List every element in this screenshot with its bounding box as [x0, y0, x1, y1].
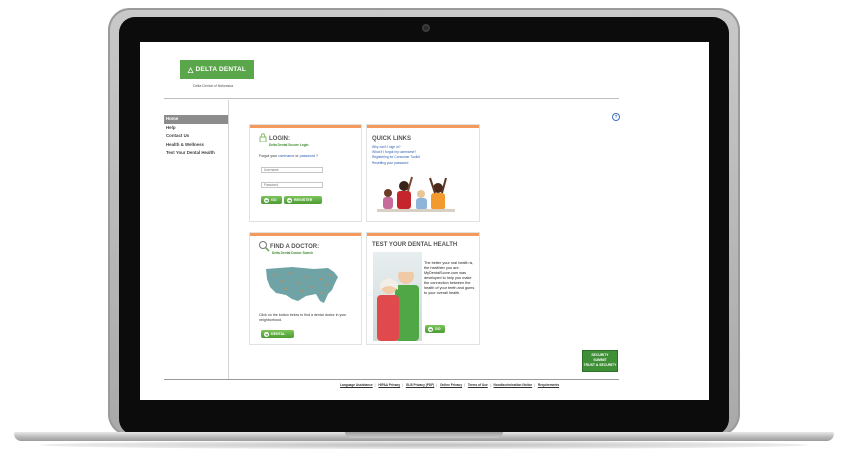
find-doctor-panel: FIND A DOCTOR: Delta Dental Doctor Searc…: [249, 232, 362, 345]
nav-item-health-wellness[interactable]: Health & Wellness: [164, 141, 228, 150]
nav-item-contact-us[interactable]: Contact Us: [164, 132, 228, 141]
dental-label: DENTAL: [271, 332, 286, 336]
quick-links-panel: QUICK LINKS Why can't I sign in? What if…: [366, 124, 480, 222]
footer-link-language-assistance[interactable]: Language Assistance: [340, 383, 373, 387]
panel-accent-bar: [250, 125, 361, 128]
test-health-title: TEST YOUR DENTAL HEALTH: [372, 242, 458, 248]
footer-link-terms-of-use[interactable]: Terms of Use: [468, 383, 488, 387]
quick-link-item[interactable]: Resetting your password: [372, 161, 420, 166]
delta-dental-logo[interactable]: △ DELTA DENTAL: [180, 60, 254, 79]
laptop-base-notch: [345, 432, 503, 438]
find-doctor-text: Click on the button below to find a dent…: [259, 313, 347, 322]
login-title: LOGIN:: [269, 136, 290, 142]
forgot-suffix: ?: [315, 154, 318, 158]
arrow-right-icon: ➜: [264, 197, 269, 203]
forgot-or: or: [295, 154, 299, 158]
lock-icon: [259, 133, 267, 142]
quick-links-list: Why can't I sign in? What if I forgot my…: [372, 145, 420, 166]
arrow-right-icon: ➜: [287, 197, 292, 203]
delta-triangle-icon: △: [187, 66, 194, 74]
panel-accent-bar: [367, 233, 479, 236]
us-map-icon: [266, 267, 338, 303]
username-input[interactable]: [261, 167, 323, 173]
footer-link-glb-privacy[interactable]: GLB Privacy (PDF): [406, 383, 434, 387]
forgot-username-link[interactable]: username: [278, 154, 294, 158]
footer-link-online-privacy[interactable]: Online Privacy: [440, 383, 462, 387]
test-health-go-button[interactable]: ➜ GO: [425, 325, 445, 333]
find-doctor-title: FIND A DOCTOR:: [270, 244, 320, 250]
header-divider: [164, 98, 619, 99]
register-button[interactable]: ➜ REGISTER: [284, 196, 322, 204]
login-subtitle: Delta Dental Secure Login: [269, 143, 309, 147]
arrow-right-icon: ➜: [264, 331, 269, 337]
test-health-text: The better your oral health is, the heal…: [424, 261, 475, 295]
register-label: REGISTER: [294, 198, 313, 202]
panel-accent-bar: [367, 125, 479, 128]
nav-divider: [228, 100, 229, 380]
couple-illustration: [377, 267, 419, 341]
security-badge: SECURITY SUMMIT TRUST & SECURITY: [582, 350, 618, 372]
nav-item-test-dental-health[interactable]: Test Your Dental Health: [164, 149, 228, 158]
magnifier-icon: [259, 241, 270, 252]
webcam-icon: [422, 24, 430, 32]
find-doctor-subtitle: Delta Dental Doctor Search: [272, 251, 314, 255]
go-label: GO: [435, 327, 441, 331]
forgot-prefix: Forgot your: [259, 154, 278, 158]
test-dental-health-panel: TEST YOUR DENTAL HEALTH The better your …: [366, 232, 480, 345]
dental-search-button[interactable]: ➜ DENTAL: [261, 330, 294, 338]
logo-text: DELTA DENTAL: [195, 66, 247, 73]
footer-link-nondiscrimination[interactable]: Nondiscrimination Notice: [494, 383, 533, 387]
couple-photo: [373, 252, 422, 341]
login-panel: LOGIN: Delta Dental Secure Login Forgot …: [249, 124, 362, 222]
go-label: GO: [271, 198, 277, 202]
footer-divider: [164, 379, 619, 380]
footer-link-hipaa-privacy[interactable]: HIPAA Privacy: [378, 383, 400, 387]
laptop-shadow: [40, 441, 808, 449]
help-icon[interactable]: ?: [612, 113, 620, 121]
forgot-text: Forgot your username or password ?: [259, 154, 318, 158]
kids-photo: [377, 176, 455, 212]
browser-screen: △ DELTA DENTAL Delta Dental of Nebraska …: [140, 42, 709, 400]
quick-links-title: QUICK LINKS: [372, 136, 411, 142]
password-input[interactable]: [261, 182, 323, 188]
nav-item-home[interactable]: Home: [164, 115, 228, 124]
footer-links: Language Assistance | HIPAA Privacy | GLB …: [340, 383, 560, 387]
login-go-button[interactable]: ➜ GO: [261, 196, 282, 204]
left-nav: Home Help Contact Us Health & Wellness T…: [164, 115, 228, 158]
forgot-password-link[interactable]: password: [300, 154, 315, 158]
site-subtitle: Delta Dental of Nebraska: [193, 84, 234, 88]
badge-line3: TRUST & SECURITY: [583, 363, 617, 367]
arrow-right-icon: ➜: [428, 326, 433, 332]
footer-link-requirements[interactable]: Requirements: [538, 383, 559, 387]
nav-item-help[interactable]: Help: [164, 124, 228, 133]
panel-accent-bar: [250, 233, 361, 236]
